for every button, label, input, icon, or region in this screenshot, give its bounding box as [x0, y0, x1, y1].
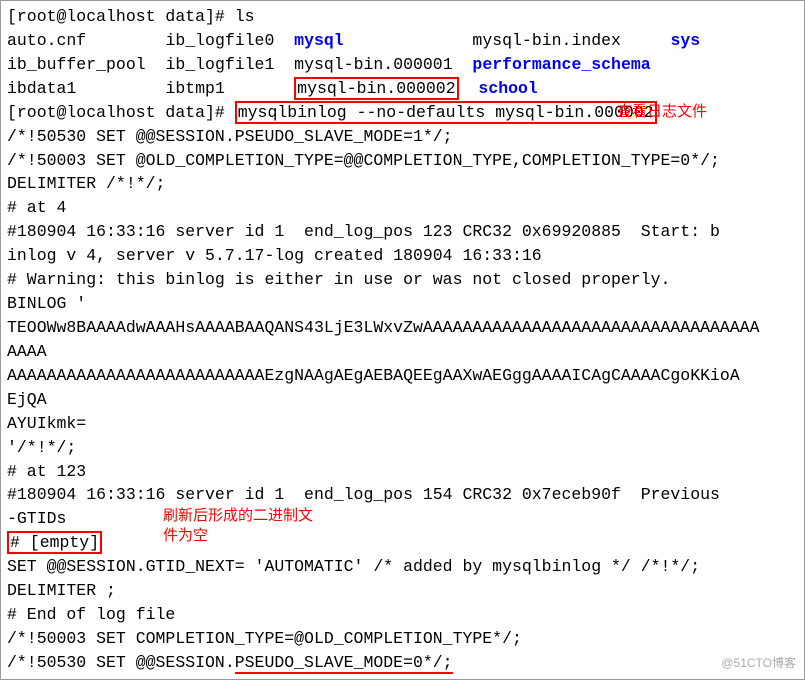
file-name: ibdata1 — [7, 79, 76, 98]
output-line: -GTIDs — [7, 507, 798, 531]
output-line: AYUIkmk= — [7, 412, 798, 436]
output-line: # Warning: this binlog is either in use … — [7, 268, 798, 292]
output-line: '/*!*/; — [7, 436, 798, 460]
dir-name: mysql — [294, 31, 344, 50]
ls-row: ib_buffer_pool ib_logfile1 mysql-bin.000… — [7, 53, 798, 77]
output-line: SET @@SESSION.GTID_NEXT= 'AUTOMATIC' /* … — [7, 555, 798, 579]
underlined-text: PSEUDO_SLAVE_MODE=0*/; — [235, 653, 453, 674]
annotation-label: 查看日志文件 — [617, 101, 707, 123]
output-line: TEOOWw8BAAAAdwAAAHsAAAABAAQANS43LjE3LWxv… — [7, 316, 798, 340]
output-line: #180904 16:33:16 server id 1 end_log_pos… — [7, 483, 798, 507]
output-line: # [empty] — [7, 531, 798, 555]
dir-name: school — [478, 79, 537, 98]
ls-row: auto.cnf ib_logfile0 mysql mysql-bin.ind… — [7, 29, 798, 53]
file-name: ib_logfile1 — [165, 55, 274, 74]
file-name: ib_logfile0 — [165, 31, 274, 50]
file-name: auto.cnf — [7, 31, 86, 50]
terminal-line: [root@localhost data]# ls — [7, 5, 798, 29]
output-line: /*!50530 SET @@SESSION.PSEUDO_SLAVE_MODE… — [7, 651, 798, 675]
output-line: /*!50003 SET COMPLETION_TYPE=@OLD_COMPLE… — [7, 627, 798, 651]
file-name: mysql-bin.000001 — [294, 55, 452, 74]
highlighted-file: mysql-bin.000002 — [294, 77, 458, 100]
output-line: BINLOG ' — [7, 292, 798, 316]
output-line: #180904 16:33:16 server id 1 end_log_pos… — [7, 220, 798, 244]
ls-row: ibdata1 ibtmp1 mysql-bin.000002 school — [7, 77, 798, 101]
shell-prompt: [root@localhost data]# — [7, 103, 235, 122]
output-line: # End of log file — [7, 603, 798, 627]
file-name: ib_buffer_pool — [7, 55, 146, 74]
file-name: mysql-bin.index — [472, 31, 621, 50]
dir-name: performance_schema — [472, 55, 650, 74]
file-name: ibtmp1 — [165, 79, 224, 98]
output-line: /*!50003 SET @OLD_COMPLETION_TYPE=@@COMP… — [7, 149, 798, 173]
annotation-label: 刷新后形成的二进制文 — [163, 505, 313, 527]
dir-name: sys — [670, 31, 700, 50]
output-line: DELIMITER ; — [7, 579, 798, 603]
output-line: # at 4 — [7, 196, 798, 220]
highlighted-command: mysqlbinlog --no-defaults mysql-bin.0000… — [235, 101, 657, 124]
output-line: AAAA — [7, 340, 798, 364]
output-line: inlog v 4, server v 5.7.17-log created 1… — [7, 244, 798, 268]
output-line: DELIMITER /*!*/; — [7, 172, 798, 196]
output-line: AAAAAAAAAAAAAAAAAAAAAAAAAAEzgNAAgAEgAEBA… — [7, 364, 798, 388]
shell-prompt: [root@localhost data]# ls — [7, 7, 255, 26]
highlighted-empty: # [empty] — [7, 531, 102, 554]
watermark-label: @51CTO博客 — [721, 655, 796, 672]
output-line: # at 123 — [7, 460, 798, 484]
output-line: EjQA — [7, 388, 798, 412]
output-line: /*!50530 SET @@SESSION.PSEUDO_SLAVE_MODE… — [7, 125, 798, 149]
output-text: /*!50530 SET @@SESSION. — [7, 653, 235, 672]
annotation-label: 件为空 — [163, 525, 208, 547]
